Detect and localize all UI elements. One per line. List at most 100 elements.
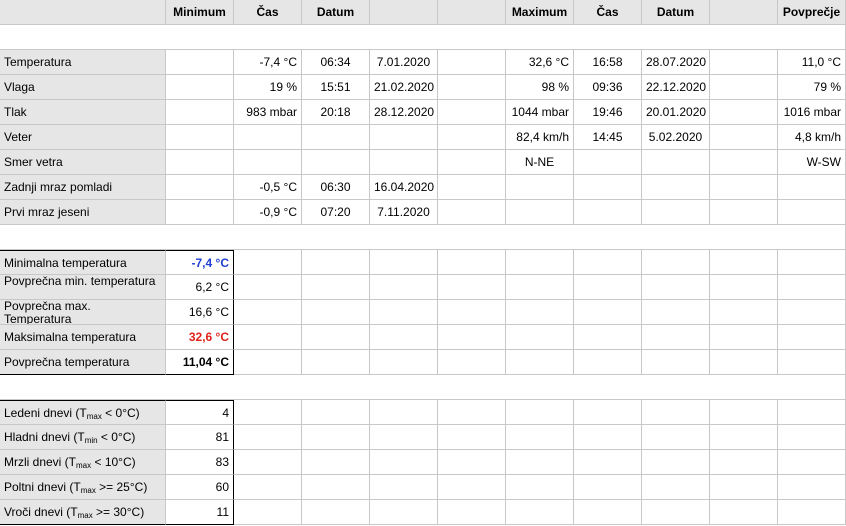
value-min_time[interactable]: [302, 150, 370, 175]
row-label[interactable]: Vlaga: [0, 75, 166, 100]
cell[interactable]: [710, 175, 778, 200]
cell[interactable]: [778, 425, 846, 450]
header-cas1[interactable]: Čas: [234, 0, 302, 25]
summary-label[interactable]: Povprečna temperatura: [0, 350, 166, 375]
cell[interactable]: [642, 475, 710, 500]
row-label[interactable]: Zadnji mraz pomladi: [0, 175, 166, 200]
days-label[interactable]: Vroči dnevi (Tmax >= 30°C): [0, 500, 166, 525]
value-min_time[interactable]: 15:51: [302, 75, 370, 100]
cell[interactable]: [234, 475, 302, 500]
days-label[interactable]: Poltni dnevi (Tmax >= 25°C): [0, 475, 166, 500]
cell[interactable]: [642, 500, 710, 525]
cell[interactable]: [506, 325, 574, 350]
row-label[interactable]: Veter: [0, 125, 166, 150]
value-avg[interactable]: [778, 175, 846, 200]
cell[interactable]: [234, 400, 302, 425]
cell[interactable]: [438, 450, 506, 475]
cell[interactable]: [710, 400, 778, 425]
cell[interactable]: [778, 400, 846, 425]
days-value[interactable]: 83: [166, 450, 234, 475]
value-min_date[interactable]: 21.02.2020: [370, 75, 438, 100]
summary-value[interactable]: 16,6 °C: [166, 300, 234, 325]
cell[interactable]: [302, 250, 370, 275]
value-max_date[interactable]: 22.12.2020: [642, 75, 710, 100]
days-label[interactable]: Ledeni dnevi (Tmax < 0°C): [0, 400, 166, 425]
header-empty[interactable]: [370, 0, 438, 25]
cell[interactable]: [710, 50, 778, 75]
value-min_date[interactable]: 7.11.2020: [370, 200, 438, 225]
header-empty[interactable]: [710, 0, 778, 25]
cell[interactable]: [370, 350, 438, 375]
cell[interactable]: [642, 325, 710, 350]
value-avg[interactable]: 79 %: [778, 75, 846, 100]
cell[interactable]: [642, 450, 710, 475]
cell[interactable]: [574, 500, 642, 525]
cell[interactable]: [302, 350, 370, 375]
blank-row[interactable]: [0, 375, 846, 400]
cell[interactable]: [438, 75, 506, 100]
summary-value[interactable]: -7,4 °C: [166, 250, 234, 275]
cell[interactable]: [438, 150, 506, 175]
cell[interactable]: [302, 325, 370, 350]
cell[interactable]: [438, 325, 506, 350]
cell[interactable]: [370, 300, 438, 325]
cell[interactable]: [234, 300, 302, 325]
value-min[interactable]: -0,5 °C: [234, 175, 302, 200]
cell[interactable]: [710, 150, 778, 175]
cell[interactable]: [710, 275, 778, 300]
days-label[interactable]: Hladni dnevi (Tmin < 0°C): [0, 425, 166, 450]
cell[interactable]: [710, 300, 778, 325]
cell[interactable]: [710, 100, 778, 125]
cell[interactable]: [370, 500, 438, 525]
cell[interactable]: [438, 400, 506, 425]
value-max[interactable]: 98 %: [506, 75, 574, 100]
row-label[interactable]: Smer vetra: [0, 150, 166, 175]
value-max[interactable]: 82,4 km/h: [506, 125, 574, 150]
value-max_time[interactable]: 16:58: [574, 50, 642, 75]
cell[interactable]: [370, 425, 438, 450]
cell[interactable]: [438, 175, 506, 200]
value-max_date[interactable]: 28.07.2020: [642, 50, 710, 75]
cell[interactable]: [574, 450, 642, 475]
cell[interactable]: [642, 400, 710, 425]
value-max_date[interactable]: [642, 200, 710, 225]
cell[interactable]: [710, 75, 778, 100]
cell[interactable]: [302, 475, 370, 500]
summary-value[interactable]: 32,6 °C: [166, 325, 234, 350]
header-empty[interactable]: [438, 0, 506, 25]
summary-label[interactable]: Maksimalna temperatura: [0, 325, 166, 350]
blank-row[interactable]: [0, 225, 846, 250]
cell[interactable]: [370, 400, 438, 425]
cell[interactable]: [370, 325, 438, 350]
value-min_date[interactable]: 16.04.2020: [370, 175, 438, 200]
cell[interactable]: [166, 175, 234, 200]
cell[interactable]: [710, 250, 778, 275]
cell[interactable]: [438, 50, 506, 75]
value-max[interactable]: [506, 175, 574, 200]
cell[interactable]: [642, 275, 710, 300]
value-min[interactable]: [234, 150, 302, 175]
cell[interactable]: [438, 300, 506, 325]
value-max[interactable]: 1044 mbar: [506, 100, 574, 125]
value-avg[interactable]: 1016 mbar: [778, 100, 846, 125]
cell[interactable]: [574, 475, 642, 500]
cell[interactable]: [778, 250, 846, 275]
cell[interactable]: [778, 300, 846, 325]
cell[interactable]: [438, 425, 506, 450]
cell[interactable]: [438, 500, 506, 525]
value-avg[interactable]: 4,8 km/h: [778, 125, 846, 150]
cell[interactable]: [574, 325, 642, 350]
cell[interactable]: [370, 475, 438, 500]
cell[interactable]: [574, 400, 642, 425]
cell[interactable]: [234, 450, 302, 475]
value-max[interactable]: 32,6 °C: [506, 50, 574, 75]
cell[interactable]: [642, 300, 710, 325]
cell[interactable]: [642, 250, 710, 275]
row-label[interactable]: Temperatura: [0, 50, 166, 75]
value-max_date[interactable]: [642, 150, 710, 175]
value-max_time[interactable]: 09:36: [574, 75, 642, 100]
cell[interactable]: [166, 150, 234, 175]
cell[interactable]: [778, 500, 846, 525]
cell[interactable]: [778, 350, 846, 375]
cell[interactable]: [506, 350, 574, 375]
